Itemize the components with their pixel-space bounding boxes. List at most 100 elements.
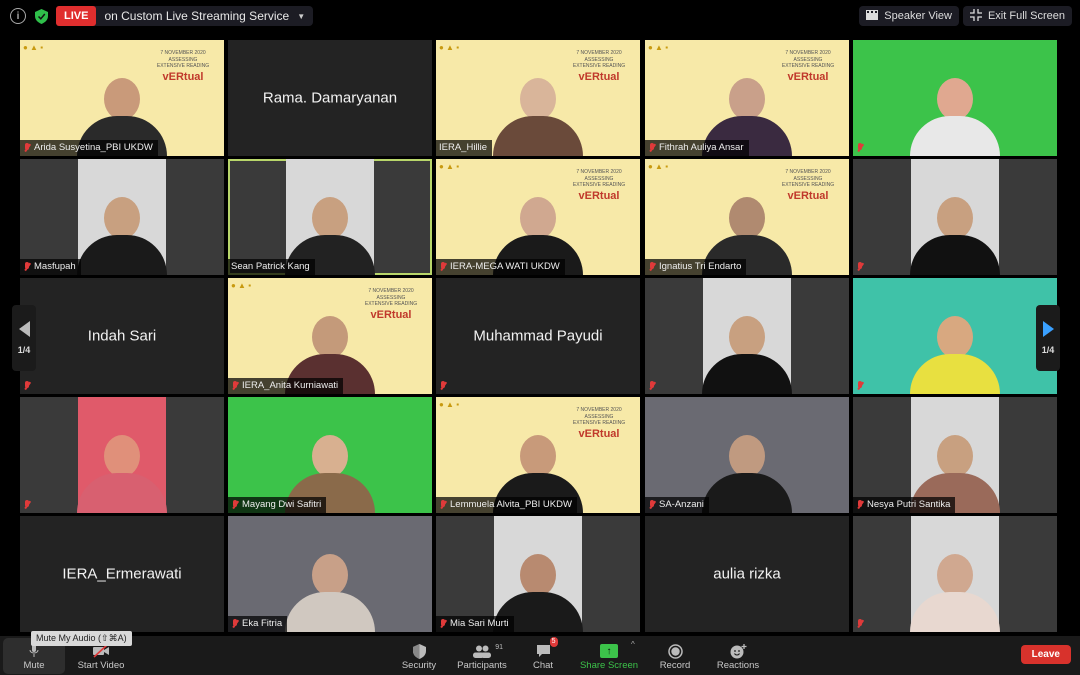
- chat-button[interactable]: 5 Chat: [528, 637, 558, 674]
- participant-silhouette: [910, 554, 1000, 632]
- mic-muted-icon: [23, 500, 31, 510]
- reactions-button[interactable]: Reactions: [715, 638, 761, 674]
- participant-name: Sean Patrick Kang: [231, 261, 310, 272]
- event-banner: 7 NOVEMBER 2020 ASSESSING EXTENSIVE READIN…: [356, 288, 426, 322]
- event-logos: ● ▲ ▪: [23, 43, 44, 52]
- participant-tile[interactable]: ● ▲ ▪ 7 NOVEMBER 2020 ASSESSING EXTENSIVE R…: [436, 397, 640, 513]
- participant-name: Mia Sari Murti: [450, 618, 509, 629]
- share-options-caret[interactable]: ^: [631, 640, 635, 649]
- reactions-label: Reactions: [716, 660, 760, 671]
- participant-tile[interactable]: aulia rizka: [645, 516, 849, 632]
- participant-video: [228, 397, 432, 513]
- participant-tile[interactable]: [853, 159, 1057, 275]
- event-logos: ● ▲ ▪: [439, 400, 460, 409]
- participant-name-label: Arida Susyetina_PBI UKDW: [20, 140, 158, 156]
- participant-tile[interactable]: IERA_Ermerawati: [20, 516, 224, 632]
- event-banner: 7 NOVEMBER 2020 ASSESSING EXTENSIVE READIN…: [148, 50, 218, 84]
- participant-tile[interactable]: Sean Patrick Kang: [228, 159, 432, 275]
- exit-full-screen-button[interactable]: Exit Full Screen: [962, 6, 1072, 26]
- participant-name-center: Rama. Damaryanan: [262, 89, 398, 107]
- participant-tile[interactable]: ● ▲ ▪ 7 NOVEMBER 2020 ASSESSING EXTENSIVE R…: [436, 159, 640, 275]
- participant-silhouette: [493, 78, 583, 156]
- participants-icon: 91: [473, 642, 503, 660]
- info-icon[interactable]: i: [10, 8, 26, 24]
- mic-muted-icon: [856, 262, 864, 272]
- participant-tile[interactable]: [853, 278, 1057, 394]
- event-banner: 7 NOVEMBER 2020 ASSESSING EXTENSIVE READIN…: [564, 407, 634, 441]
- banner-title: ASSESSING EXTENSIVE READING: [572, 413, 626, 427]
- mic-muted-icon: [23, 381, 31, 391]
- participant-name: Ignatius Tri Endarto: [659, 261, 742, 272]
- participant-video: [702, 278, 792, 394]
- security-button[interactable]: Security: [398, 638, 440, 674]
- participant-name-center: IERA_Ermerawati: [62, 565, 182, 583]
- mic-muted-icon: [23, 143, 31, 153]
- participant-tile[interactable]: Mia Sari Murti: [436, 516, 640, 632]
- previous-arrow-icon: [18, 321, 30, 337]
- previous-page-button[interactable]: 1/4: [12, 305, 36, 371]
- leave-meeting-button[interactable]: Leave: [1020, 645, 1071, 664]
- participants-button[interactable]: 91 Participants: [454, 638, 510, 674]
- participant-tile[interactable]: [645, 278, 849, 394]
- event-logos: ● ▲ ▪: [439, 162, 460, 171]
- participant-tile[interactable]: [853, 40, 1057, 156]
- participant-name: IERA-MEGA WATI UKDW: [450, 261, 560, 272]
- participant-tile[interactable]: Indah Sari: [20, 278, 224, 394]
- participant-name: Arida Susyetina_PBI UKDW: [34, 142, 153, 153]
- participant-tile[interactable]: SA-Anzani: [645, 397, 849, 513]
- participant-tile[interactable]: Masfupah: [20, 159, 224, 275]
- mic-muted-icon: [856, 500, 864, 510]
- speaker-view-label: Speaker View: [884, 10, 952, 22]
- participant-name-label: IERA_Anita Kurniawati: [228, 378, 344, 394]
- participant-tile[interactable]: Rama. Damaryanan: [228, 40, 432, 156]
- participant-video: ● ▲ ▪ 7 NOVEMBER 2020 ASSESSING EXTENSIVE R…: [20, 40, 224, 156]
- mic-muted-icon: [648, 262, 656, 272]
- mic-muted-icon: [439, 619, 447, 629]
- record-button[interactable]: Record: [657, 638, 693, 674]
- participant-tile[interactable]: [20, 397, 224, 513]
- exit-full-screen-icon: [969, 8, 982, 24]
- record-label: Record: [659, 660, 691, 671]
- participant-video: ● ▲ ▪ 7 NOVEMBER 2020 ASSESSING EXTENSIVE R…: [436, 159, 640, 275]
- participant-video: [645, 397, 849, 513]
- participant-name-label: Masfupah: [20, 259, 81, 275]
- share-screen-label: Share Screen: [579, 660, 639, 671]
- page-indicator-right: 1/4: [1041, 345, 1055, 355]
- participant-tile[interactable]: ● ▲ ▪ 7 NOVEMBER 2020 ASSESSING EXTENSIVE R…: [20, 40, 224, 156]
- participant-name-label: Eka Fitria: [228, 616, 288, 632]
- participant-tile[interactable]: [853, 516, 1057, 632]
- participant-tile[interactable]: ● ▲ ▪ 7 NOVEMBER 2020 ASSESSING EXTENSIVE R…: [228, 278, 432, 394]
- participant-tile[interactable]: Eka Fitria: [228, 516, 432, 632]
- participant-video: [77, 397, 167, 513]
- participants-count: 91: [495, 644, 503, 651]
- mic-muted-icon: [439, 262, 447, 272]
- participant-tile[interactable]: ● ▲ ▪ 7 NOVEMBER 2020 ASSESSING EXTENSIVE R…: [645, 159, 849, 275]
- participant-name-label: Nesya Putri Santika: [853, 497, 956, 513]
- participant-video: ● ▲ ▪ 7 NOVEMBER 2020 ASSESSING EXTENSIVE R…: [436, 40, 640, 156]
- participant-name-label: Sean Patrick Kang: [228, 259, 315, 275]
- banner-title: ASSESSING EXTENSIVE READING: [364, 294, 418, 308]
- participant-tile[interactable]: ● ▲ ▪ 7 NOVEMBER 2020 ASSESSING EXTENSIVE R…: [436, 40, 640, 156]
- security-shield-icon: [412, 642, 426, 660]
- participant-video: [285, 159, 375, 275]
- participant-silhouette: [910, 78, 1000, 156]
- participant-name: Nesya Putri Santika: [867, 499, 951, 510]
- participant-name-label: IERA_Hillie: [436, 140, 493, 156]
- speaker-view-button[interactable]: Speaker View: [859, 6, 959, 26]
- next-page-button[interactable]: 1/4: [1036, 305, 1060, 371]
- mute-label: Mute: [23, 660, 45, 671]
- encryption-shield-icon[interactable]: [34, 8, 48, 24]
- participant-tile[interactable]: Nesya Putri Santika: [853, 397, 1057, 513]
- participant-name: Fithrah Auliya Ansar: [659, 142, 744, 153]
- participant-tile[interactable]: Muhammad Payudi: [436, 278, 640, 394]
- participant-silhouette: [77, 435, 167, 513]
- live-stream-dropdown[interactable]: LIVE on Custom Live Streaming Service ▼: [56, 6, 314, 26]
- participant-tile[interactable]: ● ▲ ▪ 7 NOVEMBER 2020 ASSESSING EXTENSIVE R…: [645, 40, 849, 156]
- chat-unread-badge: 5: [549, 637, 558, 647]
- participant-name-label: SA-Anzani: [645, 497, 709, 513]
- banner-title: ASSESSING EXTENSIVE READING: [156, 56, 210, 70]
- participant-tile[interactable]: Mayang Dwi Safitri: [228, 397, 432, 513]
- banner-brand: vERtual: [578, 427, 620, 440]
- participant-name-label: Fithrah Auliya Ansar: [645, 140, 749, 156]
- participant-name-label: Mia Sari Murti: [436, 616, 514, 632]
